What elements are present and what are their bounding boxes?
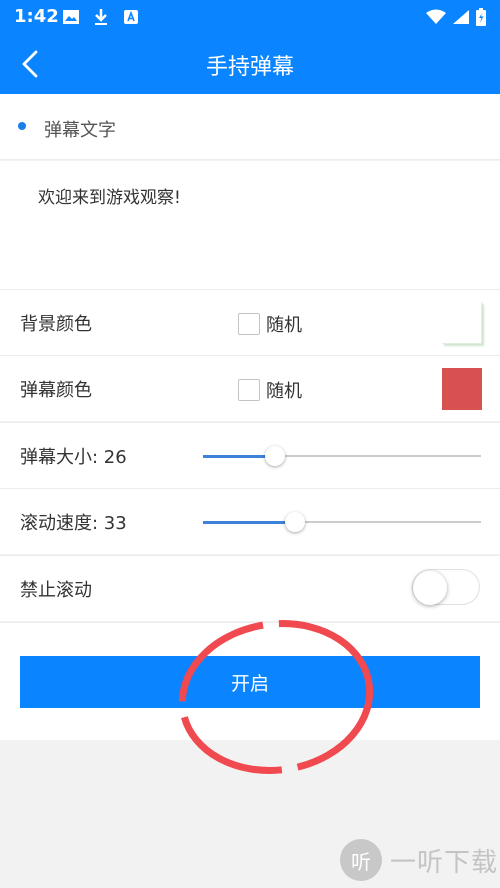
signal-icon [452, 9, 470, 29]
app-icon [122, 8, 140, 26]
scroll-speed-label: 滚动速度: 33 [20, 513, 127, 534]
checkbox-box[interactable] [238, 379, 260, 401]
danmu-size-label: 弹幕大小: 26 [20, 447, 127, 468]
background-color-swatch[interactable] [442, 302, 482, 344]
watermark-text: 一听下载 [390, 847, 499, 878]
system-icons [426, 8, 486, 30]
status-bar: 1:42 [0, 0, 500, 34]
slider-thumb[interactable] [265, 446, 286, 466]
background-color-label: 背景颜色 [20, 314, 92, 335]
highlight-circle-annotation [178, 620, 374, 774]
scroll-speed-slider[interactable] [203, 512, 481, 532]
app-bar: 手持弹幕 [0, 34, 500, 94]
watermark: 听 一听下载 [340, 839, 498, 881]
slider-fill [203, 520, 295, 524]
danmu-random-checkbox[interactable]: 随机 [238, 377, 302, 403]
notification-icons [62, 8, 140, 26]
disable-scroll-row: 禁止滚动 [0, 555, 500, 621]
danmu-size-row: 弹幕大小: 26 [0, 422, 500, 488]
section-label: 弹幕文字 [44, 120, 116, 141]
danmu-color-label: 弹幕颜色 [20, 380, 92, 401]
background-color-row: 背景颜色 随机 [0, 289, 500, 355]
toggle-knob [413, 571, 447, 605]
scroll-speed-row: 滚动速度: 33 [0, 488, 500, 554]
image-icon [62, 8, 80, 26]
danmu-color-row: 弹幕颜色 随机 [0, 355, 500, 421]
background-random-checkbox[interactable]: 随机 [238, 311, 302, 337]
status-time: 1:42 [14, 6, 59, 27]
wifi-icon [426, 9, 446, 29]
download-icon [92, 8, 110, 26]
disable-scroll-toggle[interactable] [412, 569, 480, 605]
disable-scroll-label: 禁止滚动 [20, 580, 92, 601]
checkbox-box[interactable] [238, 313, 260, 335]
danmu-color-swatch[interactable] [442, 368, 482, 410]
battery-icon [476, 8, 486, 30]
danmu-text-input[interactable] [0, 161, 500, 289]
page-title: 手持弹幕 [205, 55, 294, 80]
random-label: 随机 [266, 381, 302, 402]
slider-thumb[interactable] [284, 512, 305, 532]
watermark-logo: 听 [340, 839, 382, 881]
danmu-size-slider[interactable] [203, 446, 481, 466]
section-header: 弹幕文字 [0, 94, 500, 160]
bullet-icon [18, 122, 26, 130]
random-label: 随机 [266, 315, 302, 336]
